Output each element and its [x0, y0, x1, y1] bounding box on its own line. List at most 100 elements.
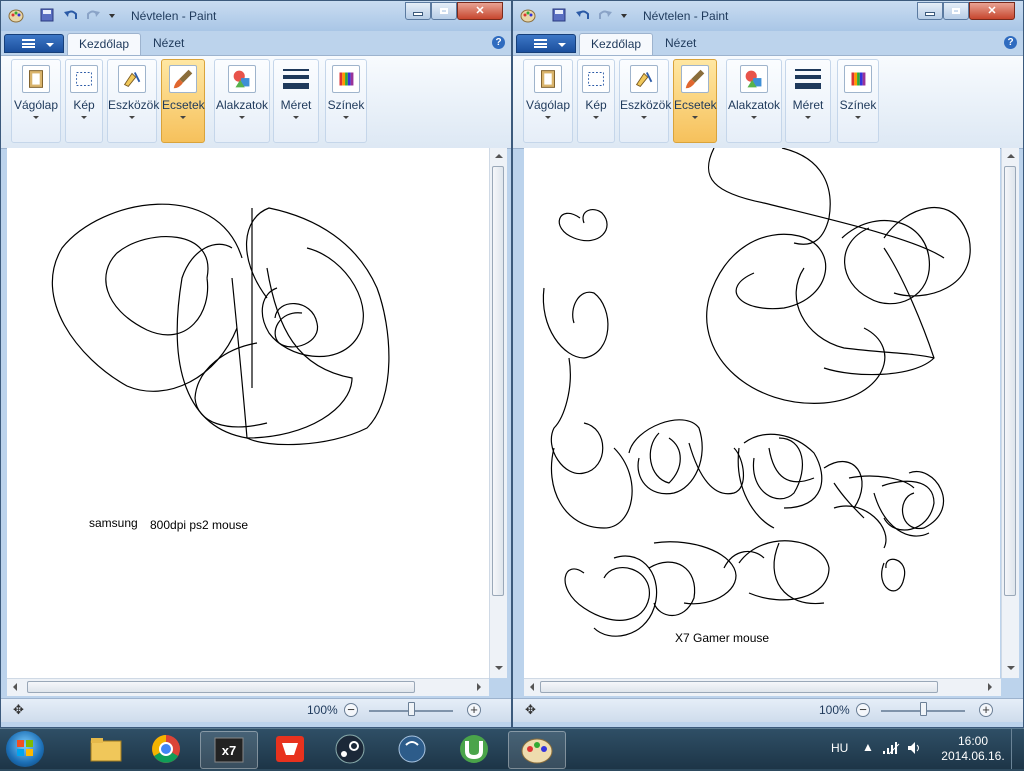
move-cursor-icon: ✥ — [525, 702, 536, 717]
tab-view[interactable]: Nézet — [142, 33, 195, 55]
scroll-left-arrow[interactable] — [13, 683, 17, 691]
horizontal-scrollbar[interactable] — [7, 678, 489, 696]
group-tools[interactable]: Eszközök — [619, 59, 671, 143]
ribbon: Vágólap Kép Eszközök Ecsetek Alakzatok M… — [1, 55, 511, 149]
canvas-area: samsung 800dpi ps2 mouse — [7, 148, 489, 678]
taskbar-explorer[interactable] — [78, 731, 134, 767]
tab-view[interactable]: Nézet — [654, 33, 707, 55]
maximize-button[interactable] — [943, 2, 969, 20]
save-icon[interactable] — [39, 7, 55, 23]
clipboard-icon — [534, 65, 562, 93]
horizontal-scroll-thumb[interactable] — [540, 681, 938, 693]
language-indicator[interactable]: HU — [831, 741, 848, 755]
gaming-app-icon — [276, 736, 304, 762]
drawing-canvas[interactable]: samsung 800dpi ps2 mouse — [7, 148, 489, 678]
horizontal-scroll-thumb[interactable] — [27, 681, 415, 693]
vertical-scroll-thumb[interactable] — [492, 166, 504, 596]
horizontal-scrollbar[interactable] — [524, 678, 1001, 696]
title-bar[interactable]: Névtelen - Paint ✕ — [513, 1, 1023, 31]
taskbar-x7-app[interactable]: x7 — [200, 731, 258, 769]
close-button[interactable]: ✕ — [457, 2, 503, 20]
paint-menu-button[interactable] — [516, 34, 576, 53]
tab-home[interactable]: Kezdőlap — [579, 33, 654, 55]
scroll-down-arrow[interactable] — [495, 666, 503, 670]
brush-icon — [169, 65, 197, 93]
group-colors[interactable]: Színek — [837, 59, 879, 143]
paint-app-icon[interactable] — [520, 7, 536, 23]
group-shapes[interactable]: Alakzatok — [214, 59, 270, 143]
group-size[interactable]: Méret — [273, 59, 319, 143]
paint-app-icon[interactable] — [8, 7, 24, 23]
vertical-scrollbar[interactable] — [1001, 148, 1019, 678]
select-icon — [582, 65, 610, 93]
quick-access-dropdown-icon[interactable] — [107, 7, 117, 23]
taskbar-steam[interactable] — [322, 731, 378, 767]
wifi-icon[interactable] — [887, 741, 901, 755]
show-desktop-button[interactable] — [1011, 729, 1024, 769]
paint-menu-button[interactable] — [4, 34, 64, 53]
taskbar-utorrent[interactable] — [446, 731, 502, 767]
title-bar[interactable]: Névtelen - Paint ✕ — [1, 1, 511, 31]
chevron-down-icon — [855, 116, 861, 119]
volume-icon[interactable] — [906, 740, 922, 756]
undo-icon[interactable] — [575, 7, 591, 23]
help-icon[interactable]: ? — [492, 36, 505, 49]
clock[interactable]: 16:00 2014.06.16. — [938, 734, 1008, 764]
scroll-up-arrow[interactable] — [495, 154, 503, 158]
zoom-out-button[interactable]: − — [856, 703, 870, 717]
clock-date: 2014.06.16. — [941, 749, 1005, 763]
minimize-button[interactable] — [405, 2, 431, 20]
vertical-scrollbar[interactable] — [489, 148, 507, 678]
taskbar-teamspeak[interactable] — [384, 731, 440, 767]
vertical-scroll-thumb[interactable] — [1004, 166, 1016, 596]
redo-icon[interactable] — [85, 7, 101, 23]
scroll-right-arrow[interactable] — [477, 683, 481, 691]
undo-icon[interactable] — [63, 7, 79, 23]
drawing-canvas[interactable]: X7 Gamer mouse — [524, 148, 1000, 678]
zoom-out-button[interactable]: − — [344, 703, 358, 717]
group-image[interactable]: Kép — [65, 59, 103, 143]
group-size[interactable]: Méret — [785, 59, 831, 143]
colors-icon — [332, 65, 360, 93]
group-clipboard[interactable]: Vágólap — [11, 59, 61, 143]
status-bar: ✥ 100% − + — [513, 698, 1023, 722]
group-label: Vágólap — [13, 98, 59, 112]
minimize-button[interactable] — [917, 2, 943, 20]
zoom-slider-thumb[interactable] — [408, 702, 415, 716]
redo-icon[interactable] — [597, 7, 613, 23]
maximize-button[interactable] — [431, 2, 457, 20]
zoom-slider-thumb[interactable] — [920, 702, 927, 716]
help-icon[interactable]: ? — [1004, 36, 1017, 49]
group-brushes[interactable]: Ecsetek — [673, 59, 717, 143]
group-brushes[interactable]: Ecsetek — [161, 59, 205, 143]
scroll-down-arrow[interactable] — [1007, 666, 1015, 670]
group-colors[interactable]: Színek — [325, 59, 367, 143]
ribbon-tabs: Kezdőlap Nézet ? — [513, 31, 1023, 55]
scroll-left-arrow[interactable] — [530, 683, 534, 691]
taskbar-paint[interactable] — [508, 731, 566, 769]
group-label: Kép — [73, 98, 95, 112]
zoom-in-button[interactable]: + — [467, 703, 481, 717]
quick-access-dropdown-icon[interactable] — [619, 7, 629, 23]
group-image[interactable]: Kép — [577, 59, 615, 143]
chrome-icon — [152, 735, 180, 763]
save-icon[interactable] — [551, 7, 567, 23]
close-button[interactable]: ✕ — [969, 2, 1015, 20]
start-button[interactable] — [6, 731, 44, 767]
brush-icon — [681, 65, 709, 93]
group-clipboard[interactable]: Vágólap — [523, 59, 573, 143]
tab-home[interactable]: Kezdőlap — [67, 33, 142, 55]
size-icon — [795, 69, 821, 89]
scroll-right-arrow[interactable] — [988, 683, 992, 691]
show-hidden-icons-icon[interactable]: ▲ — [862, 740, 874, 754]
taskbar-chrome[interactable] — [138, 731, 194, 767]
group-label: Ecsetek — [674, 98, 717, 112]
tools-icon — [630, 65, 658, 93]
group-shapes[interactable]: Alakzatok — [726, 59, 782, 143]
group-tools[interactable]: Eszközök — [107, 59, 159, 143]
zoom-level: 100% — [307, 703, 338, 717]
zoom-in-button[interactable]: + — [979, 703, 993, 717]
taskbar-gaming-app[interactable] — [262, 731, 318, 767]
scroll-up-arrow[interactable] — [1007, 154, 1015, 158]
canvas-area: X7 Gamer mouse — [524, 148, 1000, 678]
